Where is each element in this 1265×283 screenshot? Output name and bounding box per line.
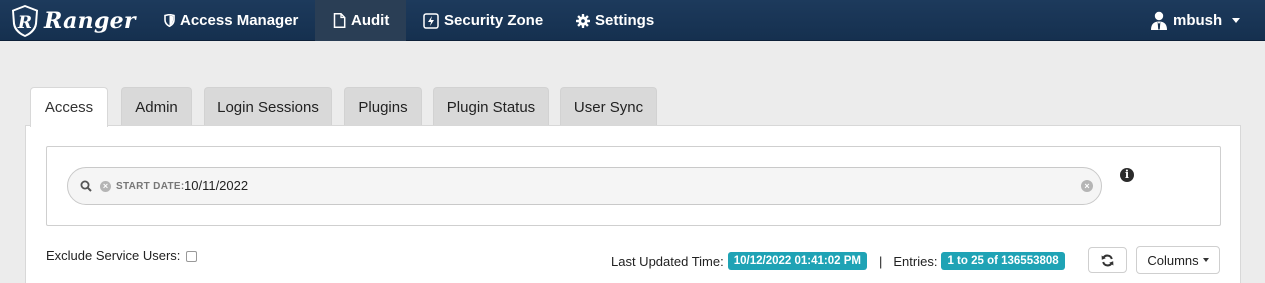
tab-admin[interactable]: Admin [121, 87, 192, 126]
search-container: × START DATE: 10/11/2022 × i [46, 146, 1221, 226]
tab-plugin-status-label: Plugin Status [446, 98, 536, 116]
nav-settings[interactable]: Settings [576, 0, 654, 41]
shield-icon [164, 14, 175, 27]
user-menu[interactable]: mbush [1150, 0, 1241, 41]
brand[interactable]: R Ranger [10, 3, 136, 39]
nav-audit-label: Audit [351, 12, 390, 29]
separator: | [878, 253, 883, 269]
refresh-icon [1101, 254, 1114, 266]
entries-label: Entries: [893, 253, 938, 269]
tab-login-sessions-label: Login Sessions [217, 98, 319, 116]
nav-settings-label: Settings [595, 12, 655, 29]
tab-user-sync-label: User Sync [573, 98, 644, 116]
caret-down-icon [1202, 258, 1209, 262]
visual-search-input[interactable]: × START DATE: 10/11/2022 × [67, 167, 1102, 205]
info-icon[interactable]: i [1120, 168, 1134, 182]
search-icon [80, 180, 92, 192]
top-navbar: R Ranger Access Manager Audit Security Z… [0, 0, 1265, 41]
tab-plugins-label: Plugins [358, 98, 408, 116]
nav-security-zone[interactable]: Security Zone [423, 0, 543, 41]
tab-plugins[interactable]: Plugins [344, 87, 422, 126]
entries-badge: 1 to 25 of 136553808 [941, 252, 1065, 270]
zone-icon [423, 12, 439, 29]
svg-text:R: R [17, 13, 32, 33]
nav-access-manager[interactable]: Access Manager [164, 0, 298, 41]
file-icon [333, 13, 346, 28]
chevron-down-icon [1232, 18, 1241, 23]
tab-user-sync[interactable]: User Sync [560, 87, 657, 126]
exclude-service-users-label: Exclude Service Users: [46, 248, 181, 263]
brand-name: Ranger [44, 8, 136, 34]
nav-security-zone-label: Security Zone [444, 12, 544, 29]
gear-icon [576, 13, 590, 28]
clear-search-icon[interactable]: × [1081, 180, 1093, 192]
tab-access-label: Access [44, 99, 94, 116]
last-updated-label: Last Updated Time: [611, 253, 724, 269]
nav-access-manager-label: Access Manager [180, 12, 299, 29]
tab-access[interactable]: Access [30, 87, 108, 127]
nav-audit[interactable]: Audit [315, 0, 406, 41]
status-bar: Last Updated Time: 10/12/2022 01:41:02 P… [611, 246, 1065, 276]
tab-admin-label: Admin [135, 98, 178, 116]
tab-plugin-status[interactable]: Plugin Status [433, 87, 549, 126]
user-icon [1151, 11, 1167, 30]
columns-dropdown[interactable]: Columns [1136, 246, 1220, 274]
last-updated-badge: 10/12/2022 01:41:02 PM [727, 252, 867, 270]
tab-login-sessions[interactable]: Login Sessions [204, 87, 332, 126]
user-name: mbush [1173, 12, 1223, 29]
audit-access-panel: × START DATE: 10/11/2022 × i Exclude Ser… [25, 125, 1241, 283]
refresh-button[interactable] [1088, 247, 1127, 273]
columns-label: Columns [1147, 252, 1199, 268]
facet-category[interactable]: START DATE: [116, 181, 184, 192]
ranger-logo-icon: R [12, 5, 38, 37]
exclude-service-users-checkbox[interactable] [186, 250, 198, 262]
exclude-service-users: Exclude Service Users: [46, 248, 198, 263]
facet-value[interactable]: 10/11/2022 [184, 178, 248, 193]
remove-facet-icon[interactable]: × [100, 181, 111, 192]
